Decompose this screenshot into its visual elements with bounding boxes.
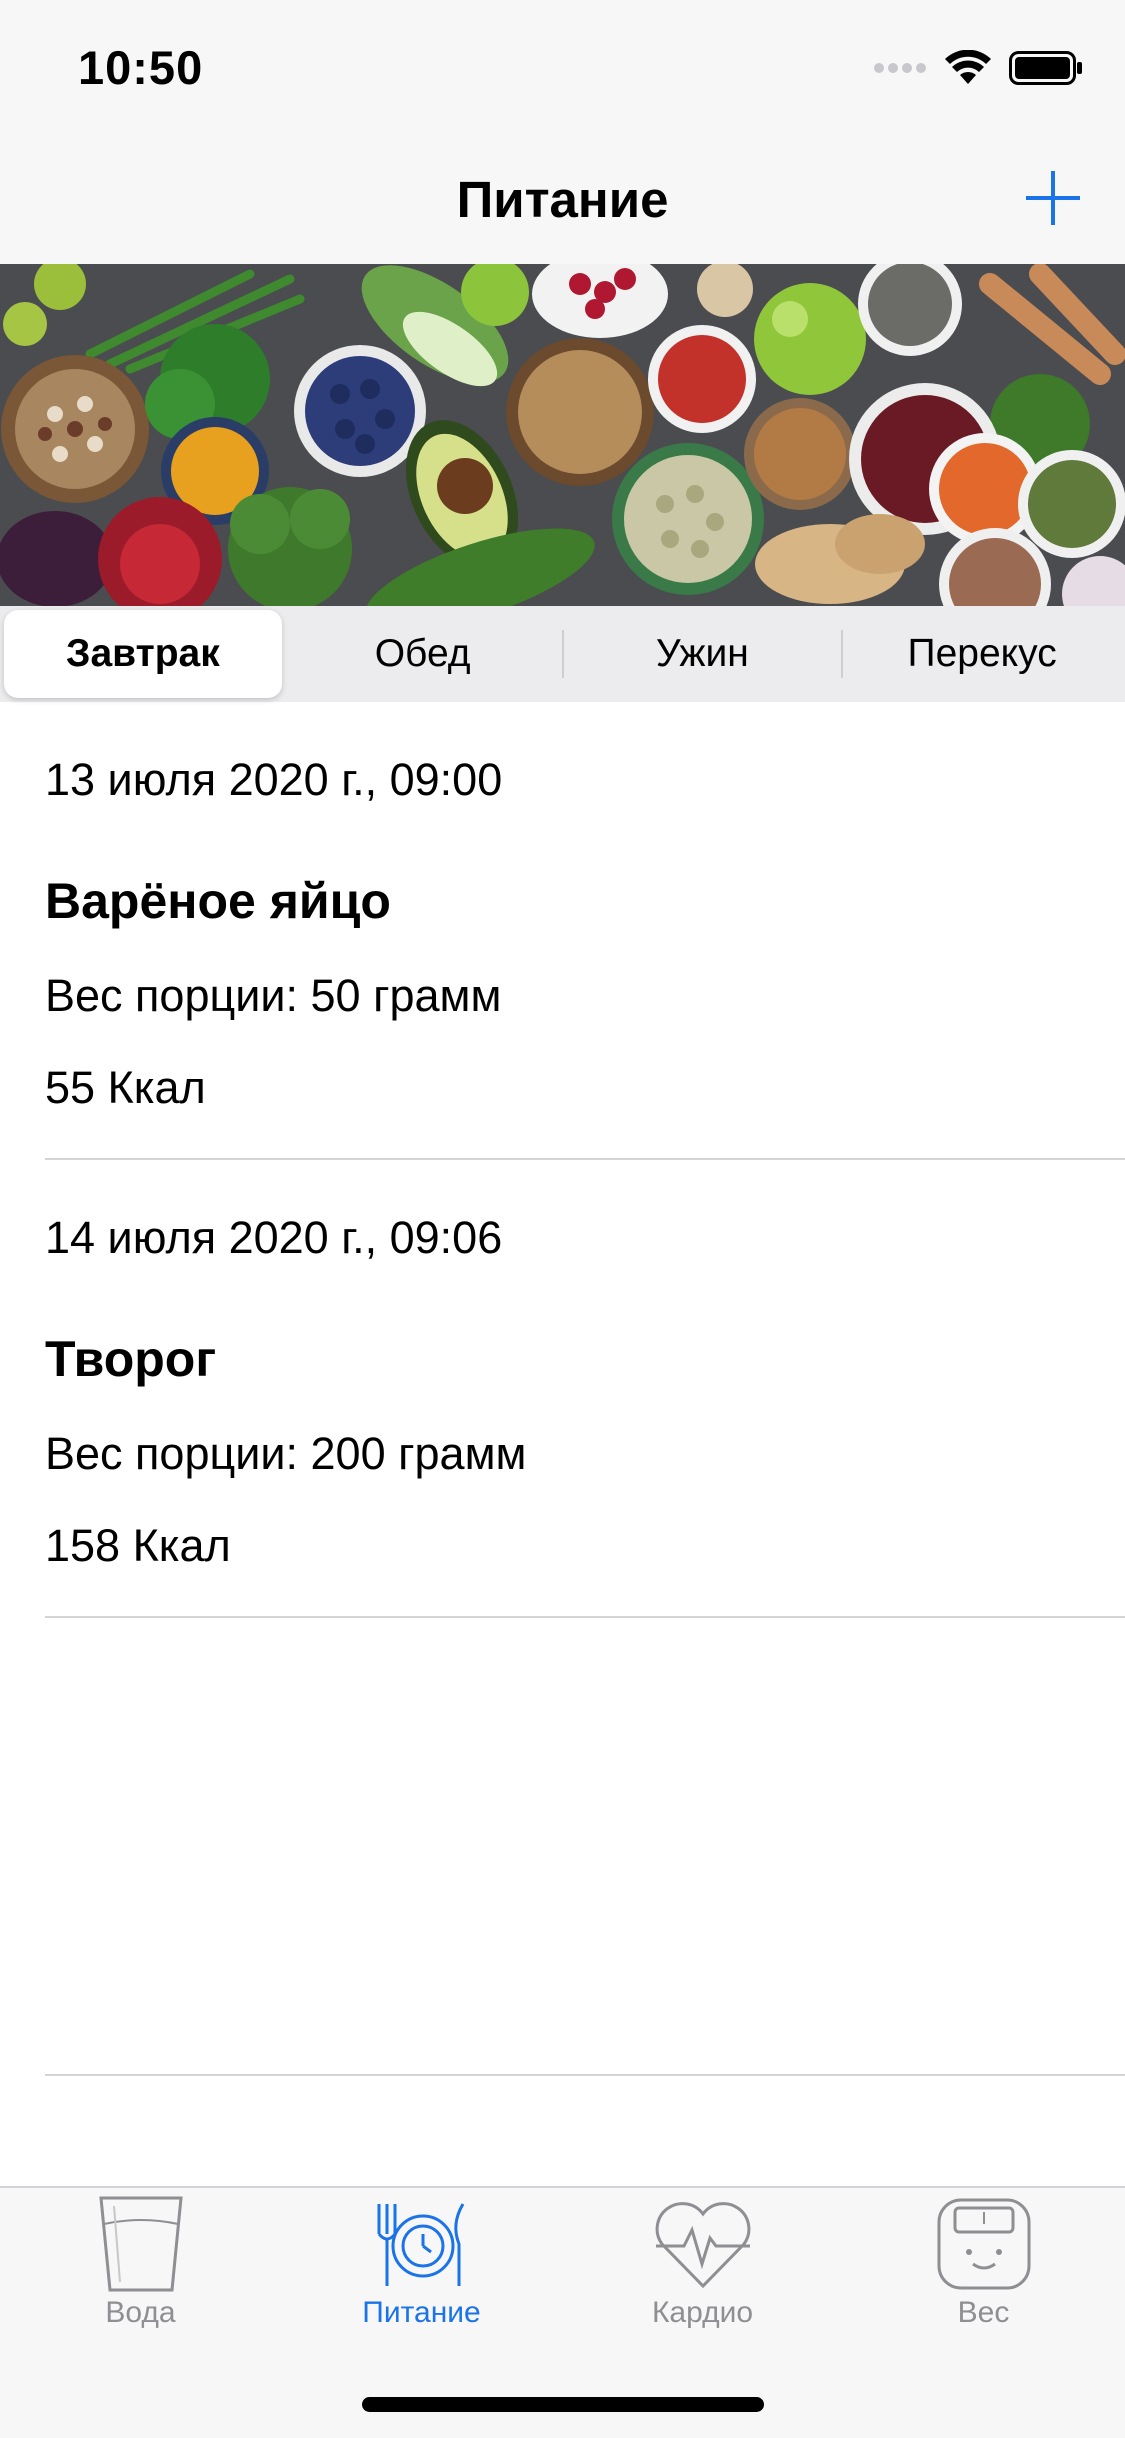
tab-water[interactable]: Вода — [0, 2194, 281, 2334]
wifi-icon — [945, 50, 991, 84]
segment-label: Ужин — [655, 632, 749, 675]
meal-entries-list: 13 июля 2020 г., 09:00 Варёное яйцо Вес … — [0, 702, 1125, 1618]
segment-label: Обед — [374, 632, 471, 675]
add-button[interactable] — [1021, 166, 1085, 230]
row-separator — [45, 2074, 1125, 2076]
segment-lunch[interactable]: Обед — [284, 610, 562, 698]
navigation-bar: Питание — [0, 132, 1125, 264]
signal-icon — [874, 63, 926, 73]
entry-food-name: Варёное яйцо — [45, 873, 391, 929]
tab-label: Вода — [105, 2296, 176, 2329]
page-title: Питание — [456, 171, 669, 228]
meal-segmented-control: Завтрак Обед Ужин Перекус — [0, 606, 1125, 702]
segment-dinner[interactable]: Ужин — [564, 610, 842, 698]
heart-pulse-icon — [655, 2202, 750, 2289]
status-icons — [873, 48, 1083, 88]
list-item[interactable]: 14 июля 2020 г., 09:06 Творог Вес порции… — [0, 1160, 1125, 1618]
segment-label: Завтрак — [66, 632, 220, 675]
entry-date: 14 июля 2020 г., 09:06 — [45, 1212, 503, 1263]
entry-portion-weight: Вес порции: 50 грамм — [45, 970, 502, 1021]
segment-snack[interactable]: Перекус — [843, 610, 1121, 698]
plus-icon — [1026, 171, 1080, 225]
status-time: 10:50 — [78, 41, 204, 94]
battery-icon — [1009, 51, 1082, 85]
entry-food-name: Творог — [45, 1331, 217, 1387]
row-separator — [45, 1616, 1125, 1618]
segment-breakfast[interactable]: Завтрак — [4, 610, 282, 698]
tab-label: Вес — [957, 2296, 1010, 2329]
scale-icon — [937, 2198, 1030, 2290]
list-item[interactable]: 13 июля 2020 г., 09:00 Варёное яйцо Вес … — [0, 702, 1125, 1160]
tab-nutrition[interactable]: Питание — [281, 2194, 562, 2334]
tab-label: Питание — [362, 2296, 481, 2329]
home-indicator — [362, 2397, 764, 2412]
entry-portion-weight: Вес порции: 200 грамм — [45, 1428, 527, 1479]
status-bar: 10:50 — [0, 0, 1125, 132]
vegetables-illustration — [0, 264, 1125, 606]
tab-weight[interactable]: Вес — [843, 2194, 1124, 2334]
entry-date: 13 июля 2020 г., 09:00 — [45, 754, 503, 805]
water-glass-icon — [98, 2196, 183, 2292]
plate-icon — [377, 2203, 464, 2286]
entry-calories: 158 Ккал — [45, 1520, 231, 1571]
segment-label: Перекус — [907, 632, 1057, 675]
tab-label: Кардио — [651, 2296, 754, 2329]
entry-calories: 55 Ккал — [45, 1062, 206, 1113]
tab-cardio[interactable]: Кардио — [562, 2194, 843, 2334]
food-banner-image — [0, 264, 1125, 606]
